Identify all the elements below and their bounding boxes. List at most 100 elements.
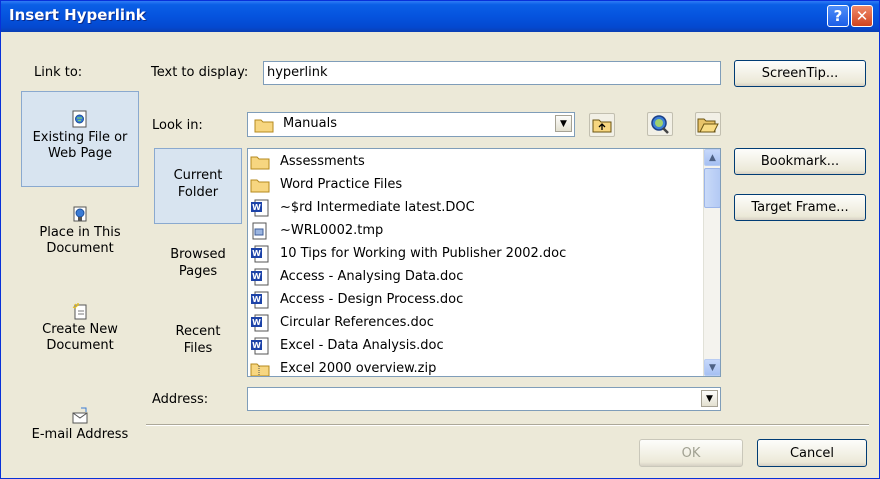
file-list-item[interactable]: Assessments — [250, 150, 365, 173]
file-name: Excel 2000 overview.zip — [280, 361, 437, 376]
svg-text:W: W — [252, 203, 261, 212]
link-to-place-in-document-line1: Place in This — [39, 225, 121, 240]
nav-current-folder[interactable]: Current Folder — [154, 148, 242, 224]
file-list-item[interactable]: W 10 Tips for Working with Publisher 2002… — [250, 242, 566, 265]
file-list-item[interactable]: W ~$rd Intermediate latest.DOC — [250, 196, 475, 219]
email-address-icon — [72, 407, 88, 424]
nav-current-folder-line1: Current — [173, 168, 223, 183]
link-to-place-in-document[interactable]: Place in This Document — [21, 199, 139, 273]
link-to-email-address-line1: E-mail Address — [31, 427, 129, 442]
chevron-down-icon: ▼ — [709, 362, 716, 373]
link-to-email-address[interactable]: E-mail Address — [21, 401, 139, 457]
nav-browsed-pages-line2: Pages — [178, 264, 218, 279]
nav-browsed-pages[interactable]: Browsed Pages — [154, 246, 242, 286]
svg-text:W: W — [252, 341, 261, 350]
folder-icon — [250, 176, 270, 194]
link-to-create-new-document[interactable]: Create New Document — [21, 296, 139, 370]
file-name: Circular References.doc — [280, 315, 434, 330]
link-to-existing-file[interactable]: Existing File or Web Page — [21, 91, 139, 187]
file-list-item[interactable]: Word Practice Files — [250, 173, 402, 196]
file-list-item[interactable]: W Excel - Data Analysis.doc — [250, 334, 444, 357]
svg-text:W: W — [252, 295, 261, 304]
link-to-create-new-document-line2: Document — [46, 338, 114, 353]
link-to-create-new-document-line1: Create New — [42, 322, 118, 337]
browse-web-button[interactable] — [647, 112, 673, 136]
look-in-label: Look in: — [152, 118, 203, 133]
text-to-display-input[interactable]: hyperlink — [263, 61, 721, 85]
target-frame-button[interactable]: Target Frame... — [734, 194, 866, 221]
text-to-display-label: Text to display: — [151, 65, 249, 80]
file-name: 10 Tips for Working with Publisher 2002.… — [280, 246, 567, 261]
nav-recent-files-line1: Recent — [175, 324, 221, 339]
window-title: Insert Hyperlink — [9, 6, 146, 24]
address-label: Address: — [152, 392, 209, 407]
file-name: Excel - Data Analysis.doc — [280, 338, 444, 353]
address-combo[interactable]: ▼ — [247, 387, 721, 411]
word-doc-icon: W — [250, 314, 270, 332]
file-list-item[interactable]: Excel 2000 overview.zip — [250, 357, 437, 376]
scroll-up-button[interactable]: ▲ — [704, 149, 720, 166]
file-list-item[interactable]: ~WRL0002.tmp — [250, 219, 383, 242]
nav-current-folder-line2: Folder — [177, 185, 219, 200]
bookmark-button[interactable]: Bookmark... — [734, 148, 866, 175]
look-in-value: Manuals — [283, 116, 338, 131]
footer-divider — [146, 424, 869, 426]
file-list-item[interactable]: W Access - Design Process.doc — [250, 288, 463, 311]
word-doc-icon: W — [250, 245, 270, 263]
link-to-existing-file-line2: Web Page — [48, 146, 112, 161]
file-list-item[interactable]: W Access - Analysing Data.doc — [250, 265, 463, 288]
help-button[interactable]: ? — [827, 5, 849, 27]
insert-hyperlink-dialog: Insert Hyperlink ? ✕ Link to: Existing F… — [0, 0, 880, 479]
open-folder-icon — [697, 118, 719, 133]
close-icon: ✕ — [855, 7, 869, 25]
ok-button[interactable]: OK — [639, 439, 743, 467]
cancel-button[interactable]: Cancel — [757, 439, 867, 467]
svg-text:W: W — [252, 272, 261, 281]
tmp-file-icon — [250, 222, 270, 240]
up-folder-icon — [592, 119, 612, 133]
folder-icon — [254, 119, 274, 133]
file-name: ~WRL0002.tmp — [280, 223, 384, 238]
file-name: Access - Design Process.doc — [280, 292, 464, 307]
svg-text:W: W — [252, 249, 261, 258]
folder-icon — [250, 153, 270, 171]
nav-browsed-pages-line1: Browsed — [170, 247, 226, 262]
nav-recent-files-line2: Files — [183, 341, 213, 356]
word-doc-icon: W — [250, 268, 270, 286]
scroll-down-button[interactable]: ▼ — [704, 359, 720, 376]
chevron-up-icon: ▲ — [709, 152, 716, 163]
file-name: Access - Analysing Data.doc — [280, 269, 464, 284]
close-button[interactable]: ✕ — [851, 5, 873, 27]
word-doc-icon: W — [250, 199, 270, 217]
svg-text:W: W — [252, 318, 261, 327]
file-name: Assessments — [280, 154, 365, 169]
create-new-document-icon — [72, 303, 87, 320]
link-to-label: Link to: — [34, 65, 83, 80]
nav-recent-files[interactable]: Recent Files — [154, 323, 242, 363]
file-list-scrollbar[interactable]: ▲ ▼ — [703, 149, 720, 376]
chevron-down-icon: ▼ — [706, 393, 713, 404]
look-in-dropdown-arrow[interactable]: ▼ — [555, 115, 572, 132]
up-one-folder-button[interactable] — [589, 113, 615, 137]
link-to-place-in-document-line2: Document — [46, 241, 114, 256]
title-bar[interactable]: Insert Hyperlink ? ✕ — [1, 1, 879, 32]
file-list-item[interactable]: W Circular References.doc — [250, 311, 434, 334]
scroll-thumb[interactable] — [704, 168, 720, 208]
link-to-existing-file-line1: Existing File or — [32, 130, 128, 145]
word-doc-icon: W — [250, 337, 270, 355]
existing-file-icon — [72, 110, 87, 128]
zip-folder-icon — [250, 360, 270, 376]
word-doc-icon: W — [250, 291, 270, 309]
address-dropdown-arrow[interactable]: ▼ — [701, 390, 718, 407]
help-icon: ? — [833, 7, 843, 25]
browse-web-icon — [651, 115, 669, 134]
chevron-down-icon: ▼ — [560, 118, 567, 129]
text-to-display-value: hyperlink — [267, 65, 328, 80]
file-name: ~$rd Intermediate latest.DOC — [280, 200, 475, 215]
place-in-document-icon — [73, 206, 87, 222]
link-to-bar: Existing File or Web Page Place in This … — [21, 91, 139, 458]
screentip-button[interactable]: ScreenTip... — [734, 60, 866, 87]
file-list[interactable]: Assessments Word Practice Files W ~$rd Inte… — [247, 148, 721, 377]
browse-file-button[interactable] — [695, 112, 721, 136]
look-in-combo[interactable]: Manuals ▼ — [247, 112, 575, 137]
